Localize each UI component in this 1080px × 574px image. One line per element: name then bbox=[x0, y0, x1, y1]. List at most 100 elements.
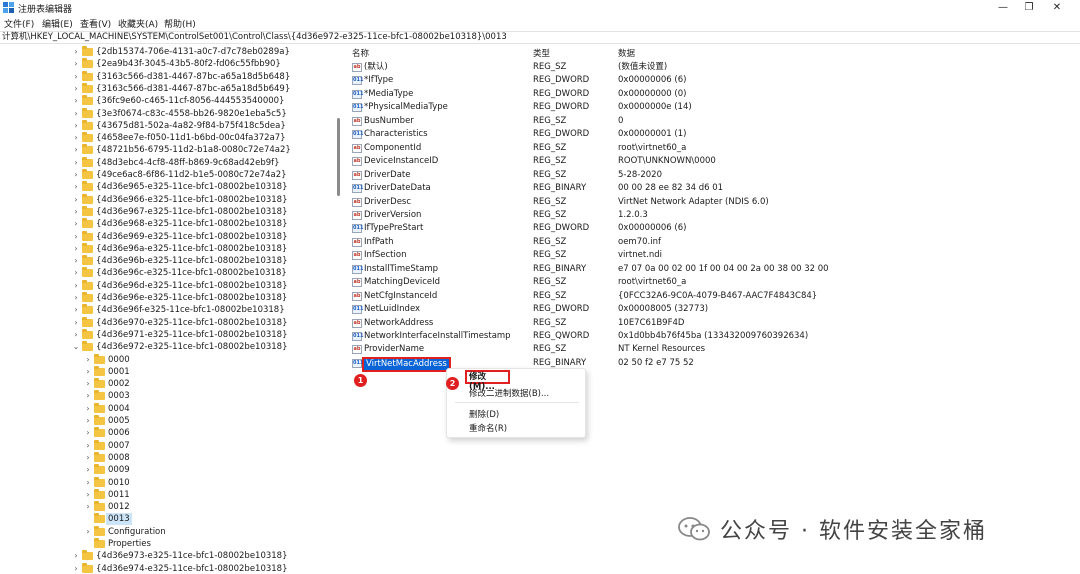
tree-item[interactable]: › {2db15374-706e-4131-a0c7-d7c78eb0289a} bbox=[72, 46, 334, 58]
value-row[interactable]: ab DeviceInstanceID REG_SZ ROOT\UNKNOWN\000… bbox=[344, 155, 1080, 169]
expand-arrow-icon[interactable]: › bbox=[84, 415, 92, 427]
tree-item[interactable]: › 0007 bbox=[84, 439, 334, 452]
tree-item[interactable]: › 0006 bbox=[84, 427, 334, 439]
tree-item[interactable]: › 0003 bbox=[84, 390, 334, 402]
tree-item[interactable]: › {4d36e96f-e325-11ce-bfc1-08002be10318} bbox=[72, 304, 334, 316]
expand-arrow-icon[interactable]: › bbox=[72, 255, 80, 267]
expand-arrow-icon[interactable]: › bbox=[84, 427, 92, 439]
tree-item[interactable]: › {4d36e96c-e325-11ce-bfc1-08002be10318} bbox=[72, 267, 334, 279]
value-row[interactable]: 011 IfTypePreStart REG_DWORD 0x00000006 (6) bbox=[344, 222, 1080, 236]
expand-arrow-icon[interactable]: › bbox=[84, 378, 92, 390]
tree-item[interactable]: › {4658ee7e-f050-11d1-b6bd-00c04fa372a7} bbox=[72, 132, 334, 144]
minimize-button[interactable]: — bbox=[990, 1, 1016, 15]
expand-arrow-icon[interactable]: › bbox=[72, 267, 80, 279]
expand-arrow-icon[interactable]: › bbox=[72, 292, 80, 304]
expand-arrow-icon[interactable]: › bbox=[72, 317, 80, 329]
expand-arrow-icon[interactable]: › bbox=[72, 206, 80, 218]
tree-item[interactable]: › 0002 bbox=[84, 378, 334, 390]
tree-scrollbar-thumb[interactable] bbox=[337, 118, 340, 196]
selected-value-highlight[interactable]: VirtNetMacAddress bbox=[362, 357, 451, 372]
menu-file[interactable]: 文件(F) bbox=[4, 17, 34, 30]
tree-item[interactable]: › {4d36e966-e325-11ce-bfc1-08002be10318} bbox=[72, 193, 334, 206]
tree-item[interactable]: › 0011 bbox=[84, 488, 334, 501]
expand-arrow-icon[interactable]: › bbox=[72, 144, 80, 156]
value-row[interactable]: ab MatchingDeviceId REG_SZ root\virtnet60_a bbox=[344, 276, 1080, 290]
tree-item[interactable]: › {2ea9b43f-3045-43b5-80f2-fd06c55fbb90} bbox=[72, 58, 334, 70]
maximize-button[interactable]: ❐ bbox=[1016, 1, 1042, 15]
expand-arrow-icon[interactable]: › bbox=[84, 489, 92, 501]
tree-item[interactable]: › Configuration bbox=[84, 525, 334, 538]
close-button[interactable]: ✕ bbox=[1044, 1, 1070, 15]
tree-item[interactable]: › 0001 bbox=[84, 365, 334, 378]
tree-item[interactable]: › {43675d81-502a-4a82-9f84-b75f418c5dea} bbox=[72, 119, 334, 132]
tree-item[interactable]: › {4d36e96d-e325-11ce-bfc1-08002be10318} bbox=[72, 279, 334, 292]
expand-arrow-icon[interactable]: › bbox=[84, 354, 92, 366]
tree-item[interactable]: › {3163c566-d381-4467-87bc-a65a18d5b649} bbox=[72, 82, 334, 95]
tree-item[interactable]: › 0004 bbox=[84, 402, 334, 415]
column-header-data[interactable]: 数据 bbox=[618, 47, 635, 59]
value-row[interactable]: 011 DriverDateData REG_BINARY 00 00 28 ee 8… bbox=[344, 182, 1080, 196]
tree-item[interactable]: › 0000 bbox=[84, 353, 334, 366]
tree-item[interactable]: Properties bbox=[84, 538, 334, 550]
expand-arrow-icon[interactable]: › bbox=[72, 181, 80, 193]
expand-arrow-icon[interactable]: › bbox=[72, 280, 80, 292]
value-row[interactable]: 011 InstallTimeStamp REG_BINARY e7 07 0a 00… bbox=[344, 263, 1080, 277]
tree-item[interactable]: › {4d36e968-e325-11ce-bfc1-08002be10318} bbox=[72, 218, 334, 230]
column-header-name[interactable]: 名称 bbox=[352, 47, 369, 59]
expand-arrow-icon[interactable]: › bbox=[72, 83, 80, 95]
menu-item-modify[interactable]: 修改(M)... bbox=[465, 370, 510, 392]
tree-item[interactable]: › {4d36e969-e325-11ce-bfc1-08002be10318} bbox=[72, 230, 334, 243]
menu-view[interactable]: 查看(V) bbox=[80, 17, 111, 30]
value-row[interactable]: 011 Characteristics REG_DWORD 0x00000001 (1… bbox=[344, 128, 1080, 142]
value-row[interactable]: ab NetworkAddress REG_SZ 10E7C61B9F4D bbox=[344, 317, 1080, 331]
expand-arrow-icon[interactable]: › bbox=[72, 58, 80, 70]
expand-arrow-icon[interactable]: › bbox=[84, 390, 92, 402]
value-row[interactable]: ab DriverDesc REG_SZ VirtNet Network Adapte… bbox=[344, 196, 1080, 210]
value-row[interactable]: 011 *PhysicalMediaType REG_DWORD 0x0000000e… bbox=[344, 101, 1080, 115]
expand-arrow-icon[interactable]: › bbox=[72, 550, 80, 562]
value-row[interactable]: ab NetCfgInstanceId REG_SZ {0FCC32A6-9C0A-4… bbox=[344, 290, 1080, 304]
expand-arrow-icon[interactable]: › bbox=[84, 526, 92, 538]
menu-edit[interactable]: 编辑(E) bbox=[42, 17, 73, 30]
expand-arrow-icon[interactable]: › bbox=[72, 563, 80, 574]
expand-arrow-icon[interactable]: › bbox=[84, 477, 92, 489]
tree-item[interactable]: › 0010 bbox=[84, 476, 334, 489]
value-row[interactable]: ab BusNumber REG_SZ 0 bbox=[344, 115, 1080, 129]
expand-arrow-icon[interactable]: › bbox=[72, 218, 80, 230]
tree-item[interactable]: › {48721b56-6795-11d2-b1a8-0080c72e74a2} bbox=[72, 144, 334, 156]
tree-item[interactable]: ⌄ {4d36e972-e325-11ce-bfc1-08002be10318} bbox=[72, 341, 334, 353]
tree-item[interactable]: › {4d36e974-e325-11ce-bfc1-08002be10318} bbox=[72, 562, 334, 574]
menu-favorites[interactable]: 收藏夹(A) bbox=[118, 17, 158, 30]
menu-item-delete[interactable]: 删除(D) bbox=[469, 408, 499, 420]
expand-arrow-icon[interactable]: › bbox=[72, 132, 80, 144]
tree-item[interactable]: › {4d36e973-e325-11ce-bfc1-08002be10318} bbox=[72, 550, 334, 562]
value-row[interactable]: ab ComponentId REG_SZ root\virtnet60_a bbox=[344, 142, 1080, 156]
expand-arrow-icon[interactable]: › bbox=[72, 157, 80, 169]
expand-arrow-icon[interactable]: › bbox=[72, 108, 80, 120]
expand-arrow-icon[interactable]: › bbox=[72, 46, 80, 58]
tree-item[interactable]: › {36fc9e60-c465-11cf-8056-444553540000} bbox=[72, 95, 334, 107]
tree-item[interactable]: › 0005 bbox=[84, 415, 334, 427]
value-row[interactable]: ab DriverVersion REG_SZ 1.2.0.3 bbox=[344, 209, 1080, 223]
tree-item[interactable]: › {4d36e970-e325-11ce-bfc1-08002be10318} bbox=[72, 316, 334, 329]
menu-item-rename[interactable]: 重命名(R) bbox=[469, 422, 507, 434]
expand-arrow-icon[interactable]: › bbox=[84, 403, 92, 415]
expand-arrow-icon[interactable]: › bbox=[72, 231, 80, 243]
address-bar[interactable]: 计算机\HKEY_LOCAL_MACHINE\SYSTEM\ControlSet… bbox=[0, 31, 1080, 44]
tree-item[interactable]: › {3163c566-d381-4467-87bc-a65a18d5b648} bbox=[72, 70, 334, 83]
tree-item[interactable]: › {4d36e965-e325-11ce-bfc1-08002be10318} bbox=[72, 181, 334, 193]
tree-item[interactable]: › 0008 bbox=[84, 451, 334, 464]
tree-item[interactable]: › {49ce6ac8-6f86-11d2-b1e5-0080c72e74a2} bbox=[72, 169, 334, 181]
tree-item[interactable]: › 0012 bbox=[84, 501, 334, 513]
tree-item[interactable]: › {4d36e96b-e325-11ce-bfc1-08002be10318} bbox=[72, 255, 334, 267]
expand-arrow-icon[interactable]: › bbox=[72, 95, 80, 107]
expand-arrow-icon[interactable]: › bbox=[72, 304, 80, 316]
expand-arrow-icon[interactable]: › bbox=[84, 501, 92, 513]
value-row[interactable]: 011 *MediaType REG_DWORD 0x00000000 (0) bbox=[344, 88, 1080, 102]
column-header-type[interactable]: 类型 bbox=[533, 47, 550, 59]
expand-arrow-icon[interactable]: › bbox=[84, 452, 92, 464]
value-row[interactable]: ab InfPath REG_SZ oem70.inf bbox=[344, 236, 1080, 250]
expand-arrow-icon[interactable]: › bbox=[84, 464, 92, 476]
value-row[interactable]: ab InfSection REG_SZ virtnet.ndi bbox=[344, 249, 1080, 263]
expand-arrow-icon[interactable]: › bbox=[84, 366, 92, 378]
